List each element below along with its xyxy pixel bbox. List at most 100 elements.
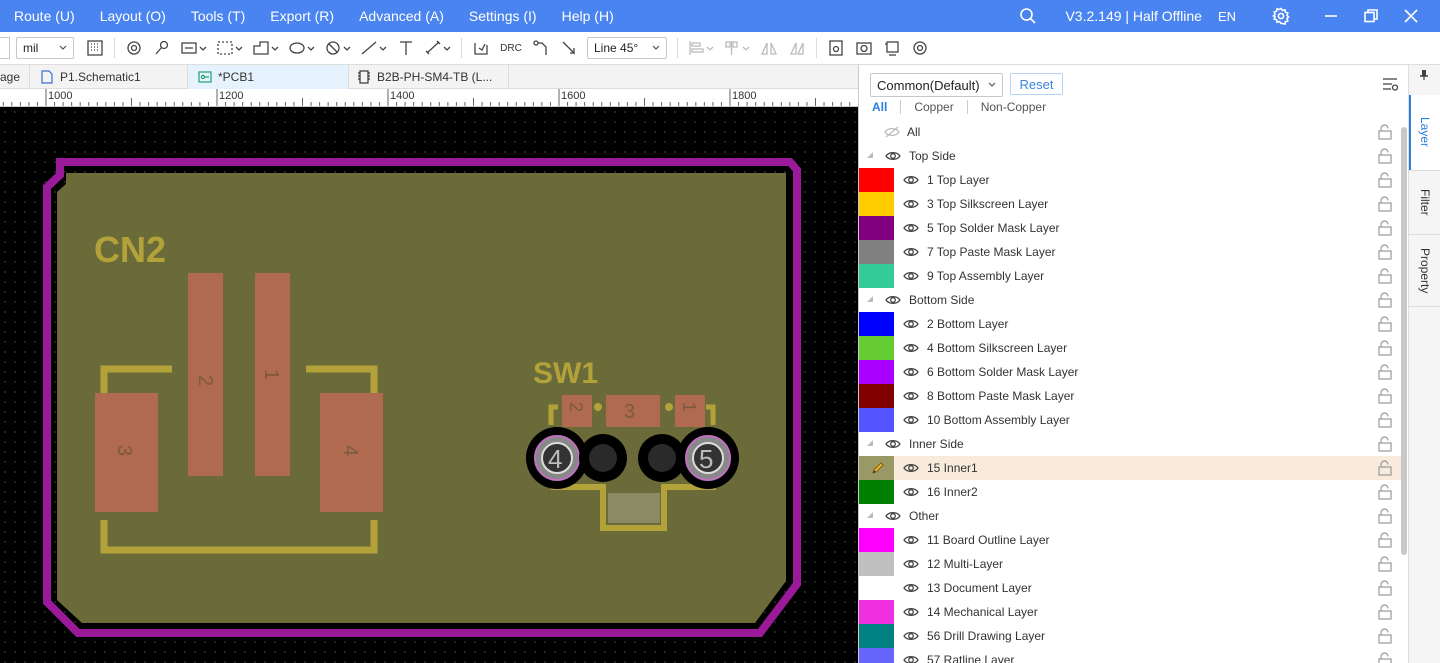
eye-icon[interactable] <box>903 582 919 594</box>
close-icon[interactable] <box>1394 0 1428 32</box>
text-icon[interactable] <box>393 35 419 61</box>
eye-icon[interactable] <box>885 150 901 162</box>
eye-icon[interactable] <box>903 246 919 258</box>
lock-icon[interactable] <box>1376 411 1394 429</box>
lock-icon[interactable] <box>1376 555 1394 573</box>
camera-icon[interactable] <box>851 35 877 61</box>
layer-row[interactable]: 14 Mechanical Layer <box>859 600 1404 624</box>
ellipse-icon[interactable] <box>285 35 319 61</box>
layer-group-top-side[interactable]: Top Side <box>859 144 1404 168</box>
lock-icon[interactable] <box>1376 315 1394 333</box>
caret-down-icon[interactable] <box>866 295 874 303</box>
search-icon[interactable] <box>1011 0 1045 32</box>
diff-pair-icon[interactable] <box>556 35 582 61</box>
restore-icon[interactable] <box>1354 0 1388 32</box>
eye-icon[interactable] <box>903 462 919 474</box>
eye-icon[interactable] <box>903 198 919 210</box>
layer-row-all[interactable]: All <box>859 120 1404 144</box>
minimize-icon[interactable] <box>1314 0 1348 32</box>
menu-export[interactable]: Export (R) <box>256 8 345 24</box>
caret-down-icon[interactable] <box>866 439 874 447</box>
layer-row[interactable]: 6 Bottom Solder Mask Layer <box>859 360 1404 384</box>
lock-icon[interactable] <box>1376 459 1394 477</box>
lock-icon[interactable] <box>1376 123 1394 141</box>
align-icon[interactable] <box>684 35 718 61</box>
dimension-icon[interactable] <box>421 35 455 61</box>
layer-group-inner-side[interactable]: Inner Side <box>859 432 1404 456</box>
layer-row[interactable]: 3 Top Silkscreen Layer <box>859 192 1404 216</box>
distribute-icon[interactable] <box>720 35 754 61</box>
side-tab-filter[interactable]: Filter <box>1409 171 1440 235</box>
lock-icon[interactable] <box>1376 579 1394 597</box>
cn2-designator[interactable]: CN2 <box>94 229 166 270</box>
layer-color-swatch[interactable] <box>859 312 894 336</box>
layer-row[interactable]: 57 Ratline Layer <box>859 648 1404 663</box>
layer-row[interactable]: 12 Multi-Layer <box>859 552 1404 576</box>
layer-row[interactable]: 9 Top Assembly Layer <box>859 264 1404 288</box>
route-icon[interactable] <box>528 35 554 61</box>
lock-icon[interactable] <box>1376 435 1394 453</box>
menu-tools[interactable]: Tools (T) <box>177 8 256 24</box>
reset-button[interactable]: Reset <box>1010 73 1063 95</box>
sw1-designator[interactable]: SW1 <box>533 357 598 390</box>
layer-color-swatch[interactable] <box>859 528 894 552</box>
line-icon[interactable] <box>357 35 391 61</box>
pad-icon[interactable] <box>149 35 175 61</box>
eye-icon[interactable] <box>903 558 919 570</box>
layer-row[interactable]: 7 Top Paste Mask Layer <box>859 240 1404 264</box>
menu-advanced[interactable]: Advanced (A) <box>345 8 455 24</box>
eye-icon[interactable] <box>903 174 919 186</box>
filter-non-copper[interactable]: Non-Copper <box>968 100 1059 114</box>
flip-horizontal-icon[interactable] <box>756 35 782 61</box>
no-connect-icon[interactable] <box>321 35 355 61</box>
eye-icon[interactable] <box>903 606 919 618</box>
layer-color-swatch[interactable] <box>859 480 894 504</box>
layer-color-swatch[interactable] <box>859 648 894 663</box>
eye-icon[interactable] <box>903 486 919 498</box>
language-switch[interactable]: EN <box>1218 9 1236 24</box>
eye-icon[interactable] <box>903 390 919 402</box>
layer-preset-select[interactable]: Common(Default) <box>870 73 1003 97</box>
grid-icon[interactable] <box>82 35 108 61</box>
pin-icon[interactable] <box>1419 69 1429 84</box>
layer-color-swatch[interactable] <box>859 240 894 264</box>
eye-icon[interactable] <box>903 366 919 378</box>
import-changes-icon[interactable] <box>468 35 494 61</box>
layer-group-bottom-side[interactable]: Bottom Side <box>859 288 1404 312</box>
pcb-canvas[interactable]: CN2 2 1 3 4 SW1 2 3 1 4 5 <box>0 107 858 663</box>
layer-group-other[interactable]: Other <box>859 504 1404 528</box>
layer-manager-icon[interactable] <box>1381 75 1399 96</box>
eye-icon[interactable] <box>903 630 919 642</box>
eye-icon[interactable] <box>885 294 901 306</box>
lock-icon[interactable] <box>1376 507 1394 525</box>
layer-color-swatch[interactable] <box>859 576 894 600</box>
lock-icon[interactable] <box>1376 171 1394 189</box>
lock-icon[interactable] <box>1376 267 1394 285</box>
gear-icon[interactable] <box>1264 0 1298 32</box>
board-icon[interactable] <box>823 35 849 61</box>
tab-schematic[interactable]: P1.Schematic1 <box>30 65 188 89</box>
eye-icon[interactable] <box>903 342 919 354</box>
layer-row[interactable]: 56 Drill Drawing Layer <box>859 624 1404 648</box>
layer-row[interactable]: 5 Top Solder Mask Layer <box>859 216 1404 240</box>
lock-icon[interactable] <box>1376 243 1394 261</box>
lock-icon[interactable] <box>1376 651 1394 663</box>
filter-all[interactable]: All <box>859 100 902 114</box>
menu-help[interactable]: Help (H) <box>548 8 625 24</box>
tab-footprint[interactable]: B2B-PH-SM4-TB (L... <box>349 65 509 89</box>
layer-row[interactable]: 13 Document Layer <box>859 576 1404 600</box>
lock-icon[interactable] <box>1376 147 1394 165</box>
lock-icon[interactable] <box>1376 603 1394 621</box>
region-icon[interactable] <box>213 35 247 61</box>
lock-icon[interactable] <box>1376 291 1394 309</box>
layer-row[interactable]: 8 Bottom Paste Mask Layer <box>859 384 1404 408</box>
tab-start-page[interactable]: age <box>0 65 30 89</box>
drc-button[interactable]: DRC <box>496 35 526 61</box>
lock-icon[interactable] <box>1376 483 1394 501</box>
eye-icon[interactable] <box>903 270 919 282</box>
eye-icon[interactable] <box>885 510 901 522</box>
layer-row[interactable]: 1 Top Layer <box>859 168 1404 192</box>
lock-icon[interactable] <box>1376 531 1394 549</box>
layer-color-swatch[interactable] <box>859 624 894 648</box>
lock-icon[interactable] <box>1376 627 1394 645</box>
